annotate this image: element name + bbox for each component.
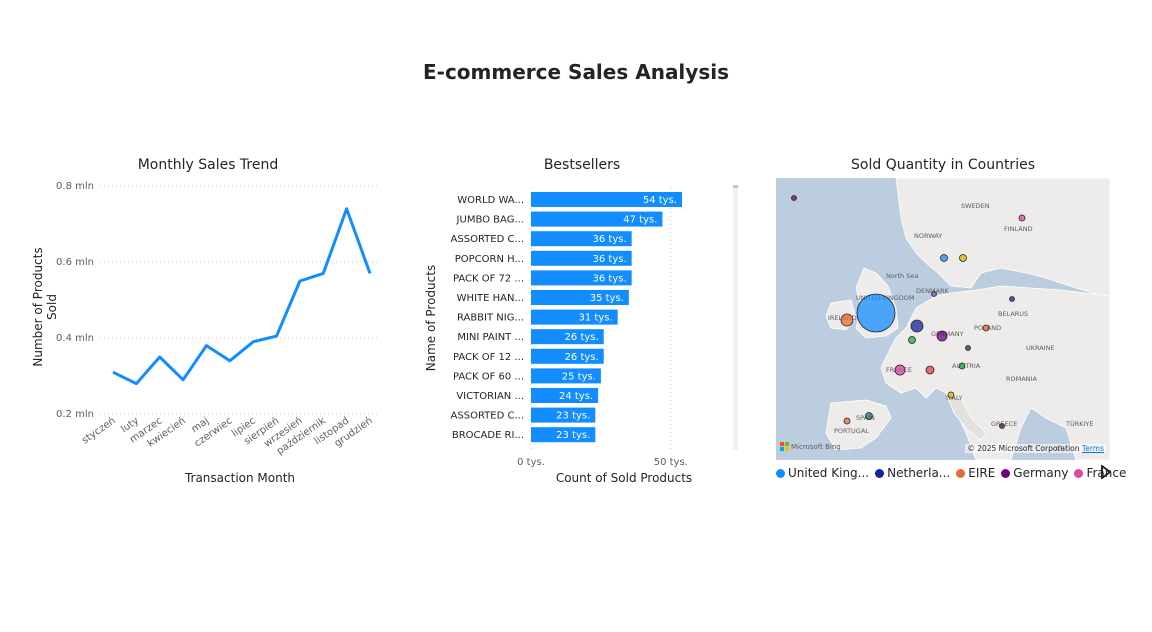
bar-category-label: WHITE HAN...: [457, 293, 524, 304]
series-line[interactable]: [112, 207, 372, 386]
bar-data-label: 23 tys.: [556, 411, 590, 422]
x-tick-label: 50 tys.: [654, 457, 688, 468]
bar-category-label: PACK OF 60 ...: [453, 371, 524, 382]
y-tick-label: 0.2 mln: [56, 409, 94, 420]
map-bubble[interactable]: [791, 195, 797, 201]
map-bubble[interactable]: [910, 319, 924, 333]
map-attribution: © 2025 Microsoft Corporation Terms: [965, 444, 1106, 453]
y-tick-label: 0.4 mln: [56, 333, 94, 344]
bar-data-label: 25 tys.: [562, 371, 596, 382]
legend-next-icon[interactable]: [1101, 464, 1112, 483]
line-chart[interactable]: 0.8 mln0.6 mln0.4 mln0.2 mln styczeń luty…: [50, 175, 390, 475]
map-bubble[interactable]: [894, 364, 906, 376]
bar-chart[interactable]: WORLD WA... 54 tys. JUMBO BAG... 47 tys. ASS…: [440, 180, 740, 470]
map-bubble[interactable]: [931, 291, 937, 297]
map-title: Sold Quantity in Countries: [851, 157, 1035, 173]
legend-item[interactable]: Netherla...: [875, 466, 950, 480]
map-canvas[interactable]: SWEDENFINLANDNORWAYNorth SeaDENMARKUNITE…: [776, 178, 1110, 460]
map-bubble[interactable]: [959, 254, 967, 262]
bar-data-label: 54 tys.: [643, 195, 677, 206]
bar-data-label: 31 tys.: [579, 313, 613, 324]
map-bubble[interactable]: [856, 293, 896, 333]
scrollbar-thumb[interactable]: [733, 185, 738, 188]
bar-data-label: 26 tys.: [565, 352, 599, 363]
legend-dot-icon: [956, 468, 966, 478]
map[interactable]: SWEDENFINLANDNORWAYNorth SeaDENMARKUNITE…: [776, 178, 1110, 460]
legend-dot-icon: [1001, 468, 1011, 478]
map-terms-link[interactable]: Terms: [1082, 444, 1104, 453]
y-tick-label: 0.8 mln: [56, 181, 94, 192]
bar-data-label: 35 tys.: [590, 293, 624, 304]
map-bubble[interactable]: [965, 345, 971, 351]
legend-dot-icon: [875, 468, 885, 478]
bar-category-label: VICTORIAN ...: [456, 391, 524, 402]
map-copyright: © 2025 Microsoft Corporation: [967, 444, 1080, 453]
legend-item[interactable]: United King...: [776, 466, 869, 480]
line-chart-title: Monthly Sales Trend: [137, 157, 279, 173]
bar-category-label: PACK OF 12 ...: [453, 352, 524, 363]
map-place-label: TÜRKIYE: [1065, 419, 1094, 428]
map-place-label: AUSTRIA: [952, 362, 981, 370]
bar-chart-y-axis-title: Name of Products: [424, 264, 438, 372]
legend-label: United King...: [788, 466, 870, 480]
bar-category-label: BROCADE RI...: [452, 430, 524, 441]
bar-category-label: MINI PAINT ...: [457, 332, 524, 343]
map-place-label: ROMANIA: [1006, 375, 1037, 383]
map-bubble[interactable]: [865, 412, 873, 420]
legend-label: Germany: [1013, 466, 1069, 480]
bar-category-label: JUMBO BAG...: [456, 215, 524, 226]
bar-category-label: PACK OF 72 ...: [453, 273, 524, 284]
map-place-label: PORTUGAL: [834, 427, 869, 435]
bar-data-label: 36 tys.: [593, 273, 627, 284]
map-place-label: UKRAINE: [1026, 344, 1055, 352]
map-bubble[interactable]: [1018, 214, 1026, 222]
map-bubble[interactable]: [947, 391, 955, 399]
map-place-label: SWEDEN: [961, 202, 990, 210]
microsoft-logo-icon: [780, 442, 789, 451]
x-tick-label: 0 tys.: [517, 457, 545, 468]
map-legend: United King... Netherla... EIRE Germany Fran…: [776, 466, 1126, 480]
map-bubble[interactable]: [958, 362, 966, 370]
bar-category-label: POPCORN H...: [455, 254, 524, 265]
legend-dot-icon: [1074, 468, 1084, 478]
page-title: E-commerce Sales Analysis: [422, 60, 729, 84]
legend-item[interactable]: EIRE: [956, 466, 995, 480]
bar-chart-x-axis-title: Count of Sold Products: [555, 471, 693, 485]
bar-data-label: 26 tys.: [565, 332, 599, 343]
bar-data-label: 47 tys.: [623, 215, 657, 226]
map-place-label: BELARUS: [998, 310, 1028, 318]
legend-dot-icon: [776, 468, 785, 478]
legend-item[interactable]: Germany: [1001, 466, 1068, 480]
map-bubble[interactable]: [1009, 296, 1015, 302]
bar-chart-title: Bestsellers: [543, 157, 621, 173]
map-bubble[interactable]: [843, 417, 851, 425]
map-bubble[interactable]: [936, 330, 948, 342]
legend-label: Netherla...: [887, 466, 951, 480]
legend-label: EIRE: [968, 466, 996, 480]
bar-data-label: 23 tys.: [556, 430, 590, 441]
map-bubble[interactable]: [908, 336, 916, 344]
bar-category-label: WORLD WA...: [457, 195, 524, 206]
land-continent: [880, 285, 1110, 460]
map-bubble[interactable]: [982, 324, 990, 332]
bing-logo: Microsoft Bing: [780, 442, 841, 451]
map-place-label: FINLAND: [1004, 225, 1033, 233]
map-bubble[interactable]: [940, 254, 948, 262]
map-place-label: North Sea: [886, 272, 918, 280]
bar-category-label: ASSORTED C...: [451, 234, 524, 245]
bar-data-label: 36 tys.: [593, 254, 627, 265]
bar-category-label: ASSORTED C...: [451, 411, 524, 422]
map-bubble[interactable]: [925, 365, 935, 375]
bar-data-label: 24 tys.: [559, 391, 593, 402]
map-bubble[interactable]: [840, 313, 854, 327]
map-bubble[interactable]: [999, 423, 1005, 429]
bing-label: Microsoft Bing: [791, 442, 841, 451]
bar-data-label: 36 tys.: [593, 234, 627, 245]
bar-chart-scrollbar[interactable]: [733, 185, 738, 450]
y-tick-label: 0.6 mln: [56, 257, 94, 268]
bar-category-label: RABBIT NIG...: [457, 313, 524, 324]
map-place-label: NORWAY: [914, 232, 942, 240]
